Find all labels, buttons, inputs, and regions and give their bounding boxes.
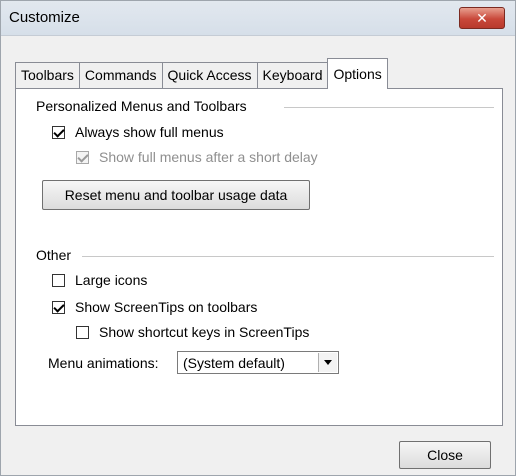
tab-toolbars[interactable]: Toolbars xyxy=(15,62,80,88)
always-show-full-menus-option[interactable]: Always show full menus xyxy=(52,124,224,140)
tab-options[interactable]: Options xyxy=(327,58,388,89)
close-icon: ✕ xyxy=(476,10,488,26)
show-after-delay-option: Show full menus after a short delay xyxy=(76,149,318,165)
show-screentips-label: Show ScreenTips on toolbars xyxy=(75,299,258,315)
other-group-label: Other xyxy=(36,247,72,263)
reset-usage-data-button[interactable]: Reset menu and toolbar usage data xyxy=(42,180,310,210)
large-icons-label: Large icons xyxy=(75,272,148,288)
window-title: Customize xyxy=(9,9,80,26)
tab-quick-access[interactable]: Quick Access xyxy=(161,62,258,88)
always-show-full-menus-checkbox[interactable] xyxy=(52,125,65,139)
show-after-delay-label: Show full menus after a short delay xyxy=(99,149,318,165)
large-icons-option[interactable]: Large icons xyxy=(52,272,147,288)
menu-animations-label: Menu animations: xyxy=(48,355,159,371)
personalized-group-label: Personalized Menus and Toolbars xyxy=(36,98,247,114)
always-show-full-menus-label: Always show full menus xyxy=(75,124,224,140)
chevron-down-icon[interactable] xyxy=(318,353,337,372)
customize-dialog: Customize ✕ Toolbars Commands Quick Acce… xyxy=(0,0,516,476)
window-close-button[interactable]: ✕ xyxy=(459,7,505,29)
show-after-delay-checkbox xyxy=(76,150,89,164)
close-button[interactable]: Close xyxy=(399,441,491,469)
options-panel: Personalized Menus and Toolbars Always s… xyxy=(15,88,503,426)
group-divider xyxy=(284,107,494,108)
show-shortcut-keys-option[interactable]: Show shortcut keys in ScreenTips xyxy=(76,324,309,340)
show-screentips-option[interactable]: Show ScreenTips on toolbars xyxy=(52,299,257,315)
large-icons-checkbox[interactable] xyxy=(52,273,65,287)
menu-animations-select[interactable]: (System default) xyxy=(177,351,339,374)
tab-commands[interactable]: Commands xyxy=(78,62,163,88)
show-screentips-checkbox[interactable] xyxy=(52,300,65,314)
menu-animations-value: (System default) xyxy=(183,354,285,371)
tab-keyboard[interactable]: Keyboard xyxy=(256,62,329,88)
tab-strip: Toolbars Commands Quick Access Keyboard … xyxy=(15,58,388,89)
show-shortcut-keys-label: Show shortcut keys in ScreenTips xyxy=(99,324,310,340)
group-divider xyxy=(82,256,494,257)
show-shortcut-keys-checkbox[interactable] xyxy=(76,325,89,339)
title-bar[interactable]: Customize ✕ xyxy=(1,1,515,36)
